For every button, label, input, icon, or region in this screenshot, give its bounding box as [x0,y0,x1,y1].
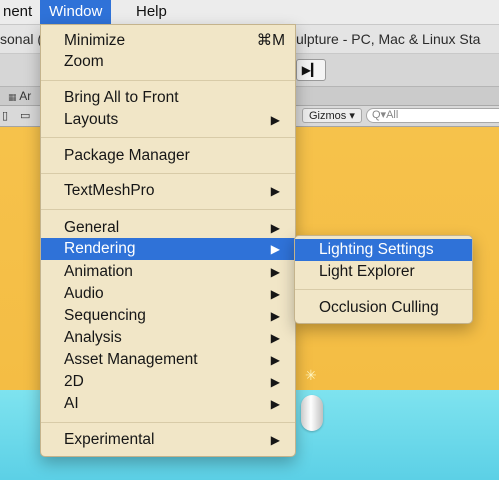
light-icon[interactable]: ✳ [305,367,317,384]
rendering-submenu: Lighting Settings Light Explorer Occlusi… [294,235,473,324]
menu-item-textmeshpro[interactable]: TextMeshPro ▶ [41,180,295,202]
capsule-object[interactable] [301,395,323,431]
image-icon[interactable]: ▭ [20,109,30,122]
grid-icon: ▦ [8,92,17,102]
window-menu: Minimize ⌘M Zoom Bring All to Front Layo… [40,24,296,457]
submenu-arrow-icon: ▶ [270,397,280,411]
menu-item-label: Package Manager [64,147,190,164]
menu-item-general[interactable]: General ▶ [41,217,295,239]
menu-separator [41,173,295,174]
menu-item-label: AI [64,395,79,412]
menu-item-label: Asset Management [64,351,198,368]
title-text-left: sonal ( [0,31,43,47]
menu-item-package-manager[interactable]: Package Manager [41,145,295,167]
scene-options-icon[interactable]: ▯ [2,109,8,122]
menu-item-2d[interactable]: 2D ▶ [41,371,295,393]
menu-item-label: Occlusion Culling [319,299,439,316]
menu-item-label: Layouts [64,111,119,128]
menu-item-sequencing[interactable]: Sequencing ▶ [41,305,295,327]
menu-item-label: TextMeshPro [64,182,155,199]
scene-search-input[interactable]: Q▾All [366,108,499,123]
step-button[interactable]: ▶▎ [296,59,326,81]
submenu-arrow-icon: ▶ [270,375,280,389]
menu-item-label: Zoom [64,53,104,70]
submenu-arrow-icon: ▶ [270,242,280,256]
menu-item-rendering[interactable]: Rendering ▶ [41,238,295,260]
submenu-arrow-icon: ▶ [270,221,280,235]
gizmos-dropdown[interactable]: Gizmos ▾ [302,108,362,123]
step-forward-icon: ▶▎ [301,63,321,77]
menubar-item-component[interactable]: nent [0,0,41,24]
menu-separator [295,289,472,290]
menu-item-label: Lighting Settings [319,241,434,258]
menu-item-experimental[interactable]: Experimental ▶ [41,429,295,451]
menu-item-label: Light Explorer [319,263,415,280]
menu-item-label: Bring All to Front [64,89,179,106]
menu-item-label: Experimental [64,431,155,448]
menu-item-bring-all-to-front[interactable]: Bring All to Front [41,87,295,109]
menu-item-label: Animation [64,263,133,280]
menu-item-label: Rendering [64,240,136,257]
menu-item-animation[interactable]: Animation ▶ [41,261,295,283]
submenu-arrow-icon: ▶ [270,309,280,323]
menu-separator [41,80,295,81]
menu-item-label: Sequencing [64,307,146,324]
title-text-right: ulpture - PC, Mac & Linux Sta [296,31,481,47]
menu-item-asset-management[interactable]: Asset Management ▶ [41,349,295,371]
submenu-arrow-icon: ▶ [270,331,280,345]
chevron-down-icon: ▾ [349,110,355,122]
gizmos-label: Gizmos [309,110,347,122]
submenu-arrow-icon: ▶ [270,113,280,127]
menu-item-occlusion-culling[interactable]: Occlusion Culling [295,297,472,319]
menu-separator [41,137,295,138]
submenu-arrow-icon: ▶ [270,433,280,447]
menu-item-minimize[interactable]: Minimize ⌘M [41,30,295,52]
menu-item-analysis[interactable]: Analysis ▶ [41,327,295,349]
submenu-arrow-icon: ▶ [270,287,280,301]
submenu-arrow-icon: ▶ [270,353,280,367]
menu-item-audio[interactable]: Audio ▶ [41,283,295,305]
menu-item-light-explorer[interactable]: Light Explorer [295,261,472,283]
menu-bar: nent Window Help [0,0,499,25]
menu-item-label: Audio [64,285,104,302]
menu-item-label: Minimize [64,32,126,49]
menu-item-label: Analysis [64,329,122,346]
menu-separator [41,209,295,210]
menu-item-label: General [64,219,120,236]
menu-item-lighting-settings[interactable]: Lighting Settings [295,239,472,261]
menubar-item-window[interactable]: Window [40,0,112,24]
menu-separator [41,422,295,423]
menu-item-label: 2D [64,373,84,390]
menu-item-zoom[interactable]: Zoom [41,51,295,73]
menu-item-ai[interactable]: AI ▶ [41,393,295,415]
menu-item-layouts[interactable]: Layouts ▶ [41,109,295,131]
submenu-arrow-icon: ▶ [270,184,280,198]
submenu-arrow-icon: ▶ [270,265,280,279]
menubar-item-help[interactable]: Help [127,0,176,24]
tab-partial-label[interactable]: ▦ Ar [8,89,31,103]
tab-label: Ar [19,89,32,103]
shortcut-label: ⌘M [256,32,285,49]
